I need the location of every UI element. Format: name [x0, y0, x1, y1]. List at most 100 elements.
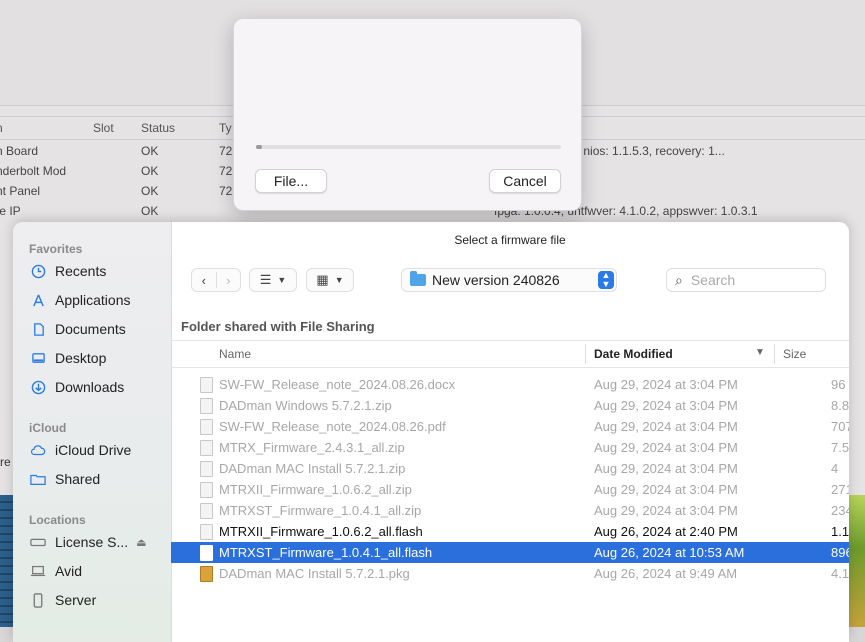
sidebar-section-icloud: iCloud — [29, 421, 67, 435]
file-name: MTRX_Firmware_2.4.3.1_all.zip — [219, 440, 405, 455]
group-view-button[interactable]: ▦ ▼ — [306, 268, 354, 292]
file-name: DADman MAC Install 5.7.2.1.pkg — [219, 566, 410, 581]
bg-row-status: OK — [141, 144, 159, 158]
file-date: Aug 26, 2024 at 2:40 PM — [594, 524, 738, 539]
bg-header-type: Ty — [219, 121, 232, 135]
bg-row-status: OK — [141, 204, 159, 218]
cancel-button[interactable]: Cancel — [489, 169, 561, 193]
bg-row-type: 72 — [219, 144, 233, 158]
location-popup[interactable]: New version 240826 ▲ ▼ — [401, 268, 617, 292]
bg-row-status: OK — [141, 184, 159, 198]
desktop-icon — [29, 349, 47, 367]
package-icon — [200, 566, 213, 582]
file-row: SW-FW_Release_note_2024.08.26.docx Aug 29… — [171, 374, 849, 395]
file-list: SW-FW_Release_note_2024.08.26.docx Aug 29… — [171, 374, 849, 584]
sidebar-item-server[interactable]: Server — [29, 589, 96, 611]
bg-row-status: OK — [141, 164, 159, 178]
search-input[interactable] — [688, 271, 803, 289]
bg-row-name: nderbolt Mod — [0, 164, 67, 178]
file-row: MTRXST_Firmware_1.0.4.1_all.zip Aug 29, 2… — [171, 500, 849, 521]
file-size: 4 — [831, 461, 839, 476]
cloud-icon — [29, 441, 47, 459]
computer-icon — [29, 562, 47, 580]
column-size[interactable]: Size — [783, 347, 806, 361]
file-date: Aug 29, 2024 at 3:04 PM — [594, 398, 738, 413]
sidebar-section-locations: Locations — [29, 513, 86, 527]
sidebar-section-favorites: Favorites — [29, 242, 83, 256]
forward-button[interactable]: › — [217, 273, 241, 288]
sidebar-item-shared[interactable]: Shared — [29, 468, 100, 490]
sidebar-item-avid[interactable]: Avid — [29, 560, 82, 582]
file-button[interactable]: File... — [255, 169, 327, 193]
file-row[interactable]: MTRXST_Firmware_1.0.4.1_all.flash Aug 26,… — [171, 542, 849, 563]
bg-row-name: te IP — [0, 204, 21, 218]
search-icon: ⌕ — [675, 271, 683, 288]
sidebar-item-label: Shared — [55, 471, 101, 487]
file-row: SW-FW_Release_note_2024.08.26.pdf Aug 29,… — [171, 416, 849, 437]
bg-header-slot: Slot — [93, 121, 114, 135]
column-date-modified[interactable]: Date Modified — [594, 347, 673, 361]
file-date: Aug 29, 2024 at 3:04 PM — [594, 377, 738, 392]
file-icon — [200, 503, 213, 519]
file-date: Aug 29, 2024 at 3:04 PM — [594, 440, 738, 455]
file-name: MTRXST_Firmware_1.0.4.1_all.flash — [219, 545, 433, 560]
chevron-down-icon: ▼ — [277, 275, 287, 285]
file-icon — [200, 440, 213, 456]
bg-desktop-strip-right — [849, 495, 865, 627]
chevron-down-icon: ▼ — [334, 275, 344, 285]
file-date: Aug 29, 2024 at 3:04 PM — [594, 482, 738, 497]
file-icon — [200, 461, 213, 477]
bg-row-name: nt Panel — [0, 184, 41, 198]
sidebar-item-recents[interactable]: Recents — [29, 260, 106, 282]
sidebar-item-desktop[interactable]: Desktop — [29, 347, 106, 369]
sidebar-item-documents[interactable]: Documents — [29, 318, 126, 340]
file-name: DADman Windows 5.7.2.1.zip — [219, 398, 392, 413]
list-view-button[interactable]: ☰ ▼ — [249, 268, 297, 292]
sidebar-item-icloud-drive[interactable]: iCloud Drive — [29, 439, 131, 461]
file-date: Aug 29, 2024 at 3:04 PM — [594, 419, 738, 434]
file-icon — [200, 377, 213, 393]
search-field[interactable]: ⌕ — [666, 268, 826, 292]
folder-shared-label: Folder shared with File Sharing — [181, 319, 375, 334]
file-size: 7.5 — [831, 440, 849, 455]
sidebar-item-label: Server — [55, 592, 97, 608]
sidebar-item-label: Documents — [55, 321, 126, 337]
sidebar-item-applications[interactable]: Applications — [29, 289, 131, 311]
navigation-buttons: ‹ › — [191, 268, 241, 292]
file-date: Aug 26, 2024 at 10:53 AM — [594, 545, 745, 560]
bg-row-type: 72 — [219, 184, 233, 198]
back-button[interactable]: ‹ — [192, 273, 216, 288]
column-name[interactable]: Name — [219, 347, 251, 361]
file-name: SW-FW_Release_note_2024.08.26.pdf — [219, 419, 446, 434]
up-down-chevron-icon: ▲ ▼ — [598, 271, 614, 289]
file-row: MTRX_Firmware_2.4.3.1_all.zip Aug 29, 202… — [171, 437, 849, 458]
picker-title: Select a firmware file — [454, 233, 566, 247]
sidebar-item-label: Applications — [55, 292, 131, 308]
progress-bar — [256, 145, 561, 149]
file-size: 896 — [831, 545, 849, 560]
file-name: MTRXII_Firmware_1.0.6.2_all.zip — [219, 482, 412, 497]
file-row: DADman MAC Install 5.7.2.1.zip Aug 29, 20… — [171, 458, 849, 479]
file-icon — [200, 482, 213, 498]
file-row[interactable]: MTRXII_Firmware_1.0.6.2_all.flash Aug 26,… — [171, 521, 849, 542]
file-date: Aug 29, 2024 at 3:04 PM — [594, 461, 738, 476]
clock-icon — [29, 262, 47, 280]
grid-icon: ▦ — [316, 272, 329, 287]
applications-icon — [29, 291, 47, 309]
update-progress-dialog: File... Cancel — [233, 18, 582, 211]
eject-icon[interactable]: ⏏ — [136, 536, 146, 549]
file-icon — [200, 398, 213, 414]
picker-sidebar: Favorites Recents Applications Documents… — [13, 222, 172, 642]
sidebar-item-label: Downloads — [55, 379, 125, 395]
sidebar-item-license-server[interactable]: License S... ⏏ — [29, 531, 147, 553]
file-icon — [200, 545, 213, 561]
file-row: DADman MAC Install 5.7.2.1.pkg Aug 26, 20… — [171, 563, 849, 584]
picker-main: Select a firmware file ‹ › ☰ ▼ ▦ ▼ New v… — [171, 222, 849, 642]
file-list-header: Name Date Modified ▼ Size — [171, 340, 849, 368]
file-date: Aug 29, 2024 at 3:04 PM — [594, 503, 738, 518]
sidebar-item-label: iCloud Drive — [55, 442, 132, 458]
column-divider — [585, 344, 586, 364]
server-icon — [29, 591, 47, 609]
sidebar-item-downloads[interactable]: Downloads — [29, 376, 124, 398]
file-name: DADman MAC Install 5.7.2.1.zip — [219, 461, 406, 476]
